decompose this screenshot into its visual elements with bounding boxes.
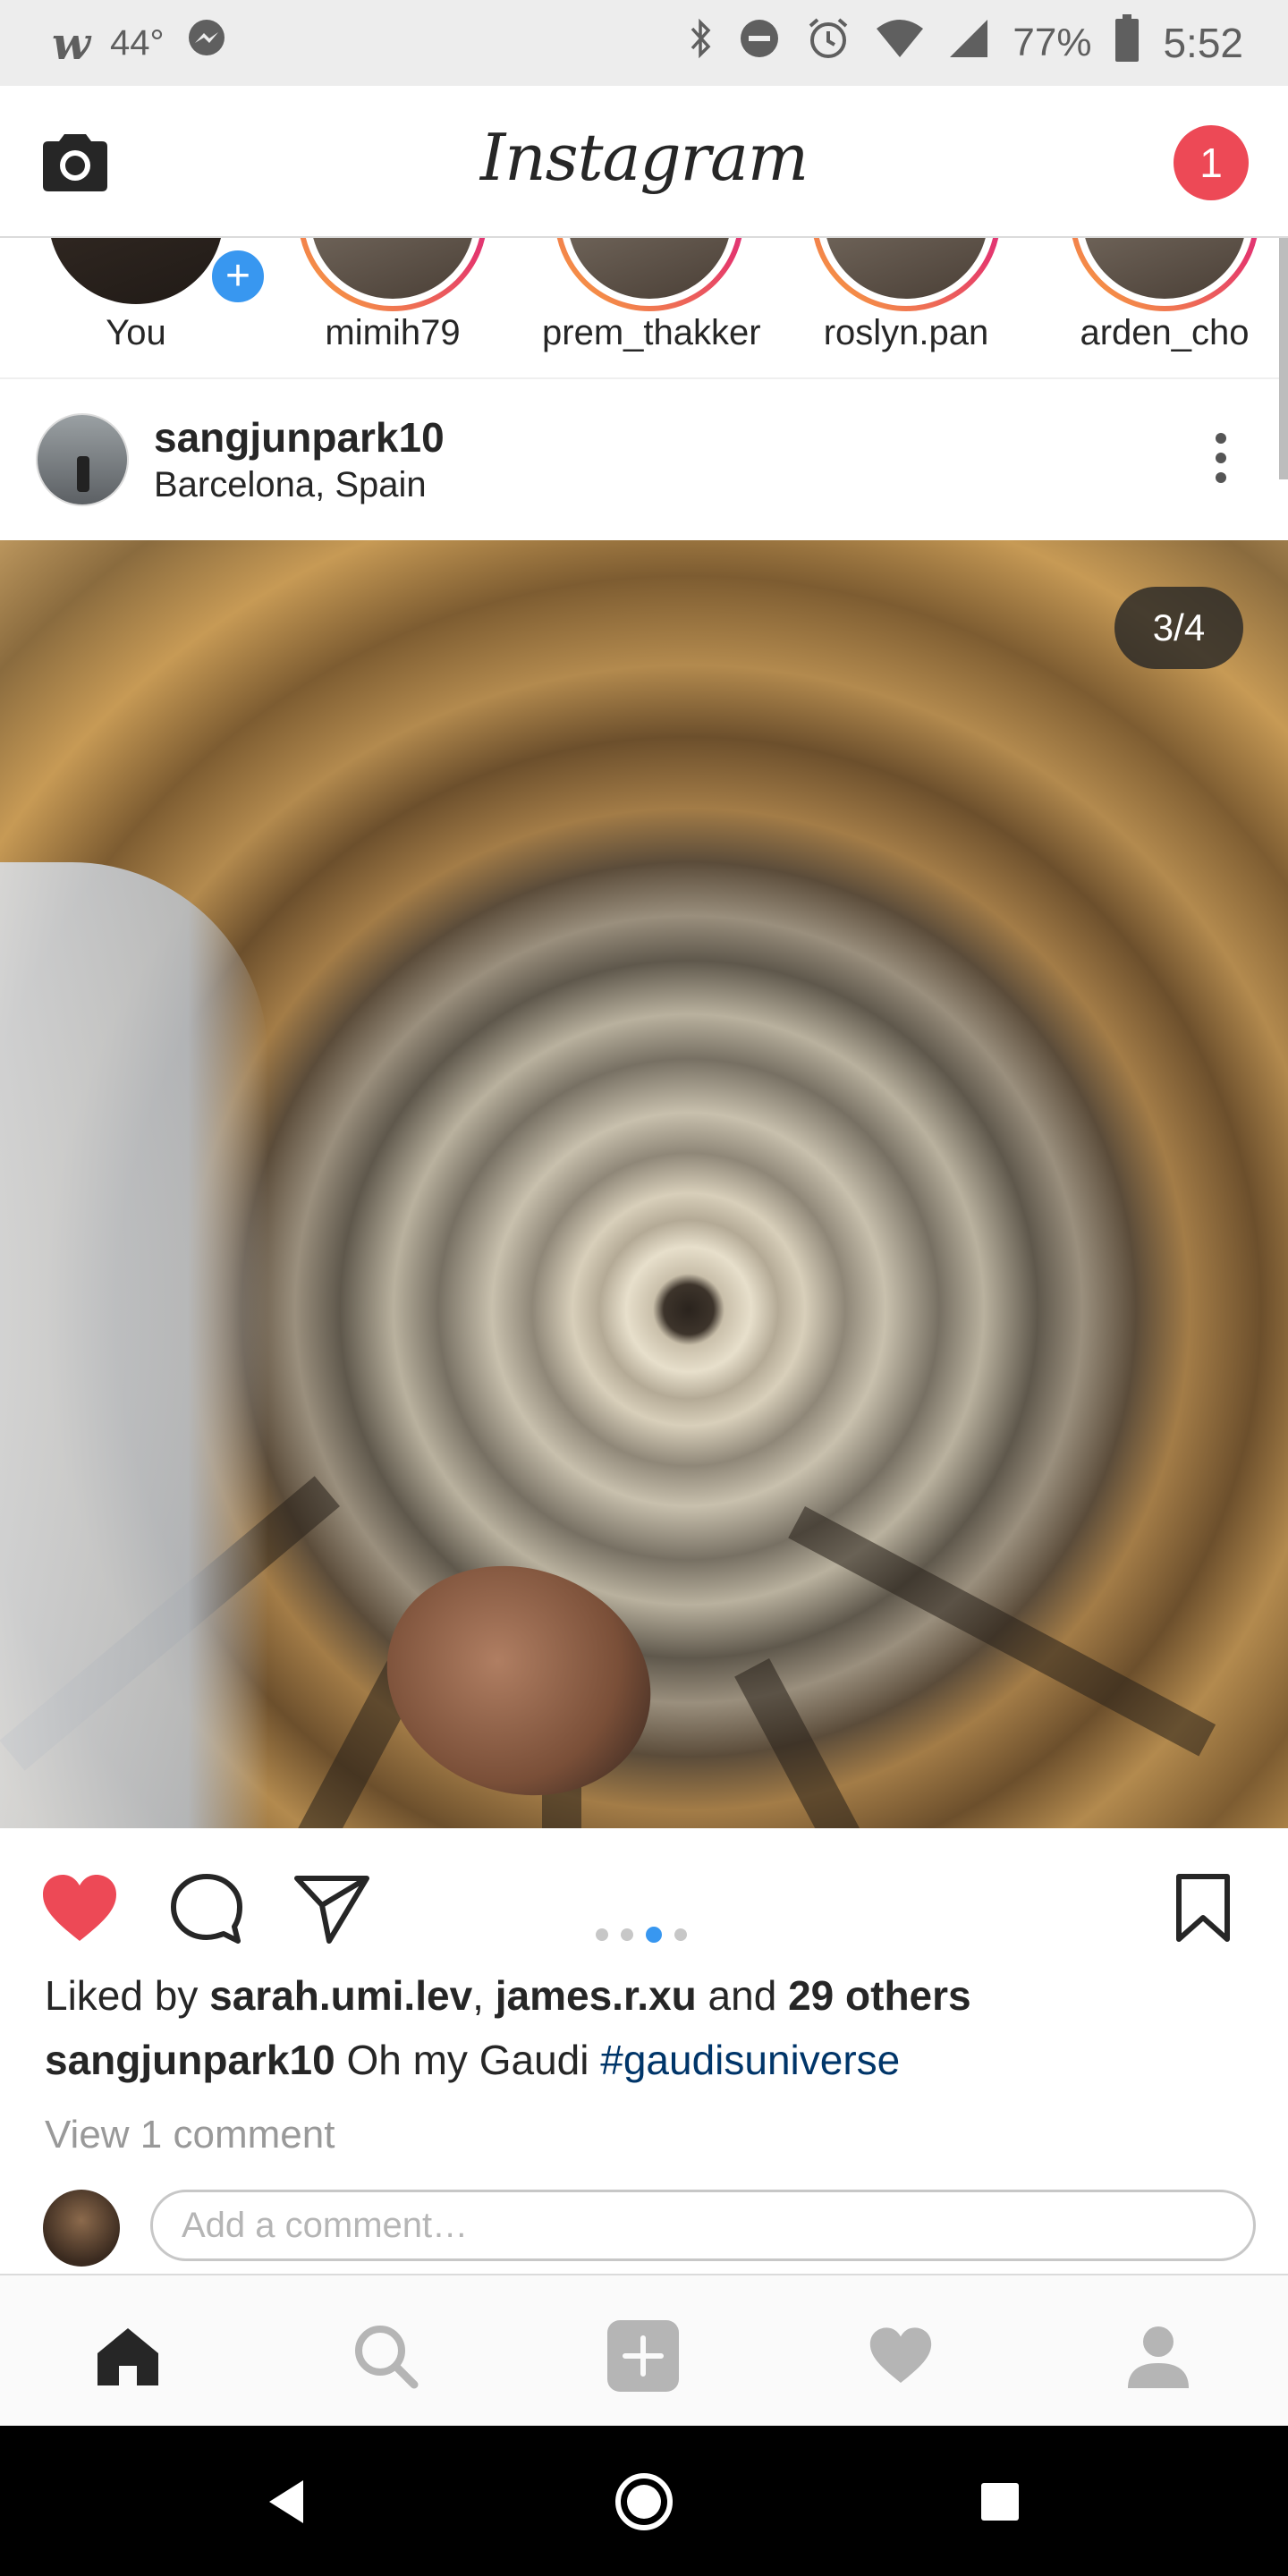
view-comments-link[interactable]: View 1 comment <box>45 2113 335 2157</box>
carousel-dot <box>674 1928 687 1941</box>
story-label: arden_cho <box>1080 313 1250 352</box>
post-author-avatar[interactable] <box>36 413 129 506</box>
add-post-icon <box>607 2320 679 2392</box>
likes-separator: , <box>472 1972 496 2019</box>
battery-icon <box>1114 13 1140 72</box>
activity-heart-icon <box>869 2327 932 2383</box>
system-recents-button[interactable] <box>964 2469 1036 2535</box>
home-circle-icon <box>615 2473 673 2530</box>
nav-home[interactable] <box>88 2318 168 2394</box>
likes-and: and <box>696 1972 789 2019</box>
clock: 5:52 <box>1163 20 1243 66</box>
bottom-nav <box>0 2274 1288 2428</box>
bookmark-icon <box>1176 1874 1230 1942</box>
share-button[interactable] <box>292 1871 372 1946</box>
notification-badge[interactable]: 1 <box>1174 125 1249 200</box>
more-dots-icon <box>1216 433 1226 444</box>
wifi-icon <box>875 18 925 69</box>
story-item-you[interactable]: + You <box>29 238 268 377</box>
story-label: mimih79 <box>325 313 461 352</box>
story-avatar <box>1070 238 1259 311</box>
post-actions <box>0 1828 1288 1971</box>
comment-button[interactable] <box>166 1871 247 1946</box>
carousel-dot-active <box>646 1927 662 1943</box>
carousel-counter: 3/4 <box>1114 587 1243 669</box>
battery-percent: 77% <box>1013 21 1092 64</box>
caption-text: Oh my Gaudi <box>335 2037 601 2083</box>
nav-profile[interactable] <box>1118 2318 1199 2394</box>
story-item-roslyn-pan[interactable]: roslyn.pan <box>799 238 1013 377</box>
alarm-icon <box>805 15 852 72</box>
story-label: roslyn.pan <box>823 313 989 352</box>
add-story-icon[interactable]: + <box>208 246 268 307</box>
caption-username[interactable]: sangjunpark10 <box>45 2037 335 2083</box>
carousel-dot <box>596 1928 608 1941</box>
liker-username[interactable]: sarah.umi.lev <box>209 1972 472 2019</box>
like-button[interactable] <box>39 1871 120 1946</box>
story-label: prem_thakker <box>542 313 761 352</box>
carousel-dot <box>621 1928 633 1941</box>
likes-prefix: Liked by <box>45 1972 210 2019</box>
story-avatar <box>41 238 231 311</box>
post-location[interactable]: Barcelona, Spain <box>154 465 427 505</box>
add-comment-input[interactable] <box>150 2190 1256 2261</box>
back-icon <box>269 2480 303 2523</box>
post-author-username[interactable]: sangjunpark10 <box>154 413 445 462</box>
status-bar-right: 77% 5:52 <box>687 0 1243 86</box>
w-logo-icon: w <box>52 16 91 70</box>
liker-username[interactable]: james.r.xu <box>496 1972 697 2019</box>
save-button[interactable] <box>1172 1871 1252 1946</box>
system-nav-bar <box>0 2426 1288 2576</box>
system-home-button[interactable] <box>608 2469 680 2535</box>
nav-search[interactable] <box>345 2318 426 2394</box>
post-header: sangjunpark10 Barcelona, Spain <box>0 379 1288 540</box>
nav-activity[interactable] <box>860 2318 941 2394</box>
comment-icon <box>171 1874 242 1944</box>
home-icon <box>97 2328 158 2385</box>
carousel-indicator <box>596 1927 687 1943</box>
story-avatar <box>298 238 487 311</box>
do-not-disturb-icon <box>737 16 782 71</box>
current-user-avatar <box>43 2190 120 2267</box>
instagram-logo: Instagram <box>479 120 809 195</box>
story-item-prem-thakker[interactable]: prem_thakker <box>542 238 761 377</box>
temperature: 44° <box>110 22 165 63</box>
story-avatar <box>811 238 1001 311</box>
nav-add-post[interactable] <box>603 2318 683 2394</box>
system-back-button[interactable] <box>250 2469 322 2535</box>
bluetooth-icon <box>687 16 714 71</box>
story-label: You <box>106 313 166 352</box>
send-icon <box>294 1876 369 1944</box>
person-head <box>354 1530 683 1828</box>
more-options-button[interactable] <box>1208 433 1234 496</box>
add-comment-row <box>0 2186 1288 2275</box>
caption-hashtag[interactable]: #gaudisuniverse <box>600 2037 900 2083</box>
search-icon <box>355 2326 419 2389</box>
status-bar-left: w 44° <box>52 16 229 71</box>
stair-wall <box>0 862 268 1828</box>
app-header: Instagram 1 <box>0 86 1288 238</box>
post-photo[interactable]: 3/4 <box>0 540 1288 1828</box>
messenger-icon <box>184 16 229 71</box>
recents-icon <box>981 2483 1019 2521</box>
heart-filled-icon <box>43 1875 116 1941</box>
status-bar: w 44° 77% 5:52 <box>0 0 1288 86</box>
stories-tray: + You mimih79 prem_thakker roslyn.pan ar… <box>0 238 1288 379</box>
post-caption: sangjunpark10 Oh my Gaudi #gaudisunivers… <box>45 2036 900 2084</box>
story-item-arden-cho[interactable]: arden_cho <box>1057 238 1272 377</box>
signal-icon <box>948 18 989 69</box>
story-item-mimih79[interactable]: mimih79 <box>285 238 500 377</box>
story-avatar <box>555 238 744 311</box>
profile-icon <box>1128 2326 1189 2388</box>
likes-others[interactable]: 29 others <box>788 1972 971 2019</box>
likes-summary[interactable]: Liked by sarah.umi.lev, james.r.xu and 2… <box>45 1971 971 2020</box>
